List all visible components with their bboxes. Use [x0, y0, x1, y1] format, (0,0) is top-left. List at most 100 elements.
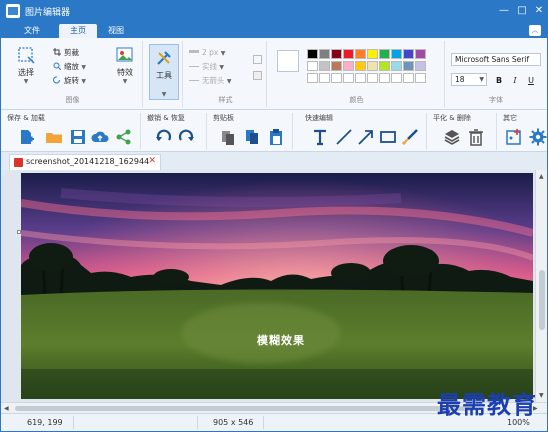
color-swatch[interactable]	[355, 61, 366, 71]
fill-icon[interactable]	[253, 71, 262, 80]
horizontal-scroll-thumb[interactable]	[15, 406, 475, 411]
underline-button[interactable]: U	[525, 75, 537, 87]
rectangle-tool-icon[interactable]	[379, 128, 397, 146]
resize-button[interactable]: 缩放 ▼	[53, 61, 86, 72]
color-swatch[interactable]	[307, 49, 318, 59]
new-file-icon[interactable]	[17, 128, 35, 146]
watermark-text: 最需教育	[437, 390, 537, 419]
color-swatch[interactable]	[415, 61, 426, 71]
font-name-select[interactable]: Microsoft Sans Serif	[451, 53, 541, 66]
font-size-select[interactable]: 18 ▼	[451, 73, 487, 86]
crop-button[interactable]: 剪裁	[53, 47, 79, 58]
clipboard-group: 剪贴板	[209, 113, 293, 150]
color-swatch[interactable]	[343, 49, 354, 59]
colors-group-label: 颜色	[349, 96, 364, 104]
select-button[interactable]: 选择 ▼	[11, 45, 41, 85]
window-title: 图片编辑器	[25, 8, 71, 18]
undo-icon[interactable]	[155, 128, 173, 146]
image-file-icon	[14, 158, 23, 167]
effects-button[interactable]: 特效 ▼	[111, 45, 139, 85]
status-divider	[73, 416, 74, 429]
line-style-select[interactable]: 实线 ▼	[189, 61, 224, 72]
color-swatch[interactable]	[343, 73, 354, 83]
open-folder-icon[interactable]	[45, 128, 63, 146]
text-tool-icon[interactable]	[311, 128, 329, 146]
vertical-scroll-thumb[interactable]	[539, 270, 545, 330]
color-swatch[interactable]	[355, 73, 366, 83]
color-swatch[interactable]	[307, 73, 318, 83]
maximize-button[interactable]: □	[515, 4, 529, 18]
color-swatch[interactable]	[391, 73, 402, 83]
rotate-icon	[53, 76, 60, 84]
redo-icon[interactable]	[177, 128, 195, 146]
tab-home[interactable]: 主页	[59, 24, 97, 38]
color-swatch[interactable]	[403, 73, 414, 83]
color-swatch[interactable]	[403, 49, 414, 59]
style-group: 2 px ▼ 实线 ▼ 无箭头 ▼ 样式	[185, 41, 267, 107]
color-swatch[interactable]	[403, 61, 414, 71]
colors-group: 颜色	[269, 41, 445, 107]
shadow-icon[interactable]	[253, 55, 262, 64]
copy-icon[interactable]	[243, 128, 261, 146]
color-swatch[interactable]	[319, 73, 330, 83]
color-swatch[interactable]	[379, 49, 390, 59]
vertical-scrollbar[interactable]: ▲ ▼	[535, 170, 547, 402]
bold-button[interactable]: B	[493, 75, 505, 87]
clipboard-label: 剪贴板	[213, 114, 234, 122]
tool-icon	[157, 51, 171, 65]
settings-gear-icon[interactable]	[529, 128, 547, 146]
italic-button[interactable]: I	[509, 75, 521, 87]
minimize-button[interactable]: —	[497, 4, 511, 18]
select-icon	[18, 47, 35, 64]
other-label: 其它	[503, 114, 517, 122]
cloud-upload-icon[interactable]	[91, 128, 109, 146]
color-swatch[interactable]	[331, 61, 342, 71]
color-swatch[interactable]	[307, 61, 318, 71]
save-icon[interactable]	[69, 128, 87, 146]
color-swatch[interactable]	[379, 61, 390, 71]
color-swatch[interactable]	[319, 49, 330, 59]
color-swatch[interactable]	[391, 49, 402, 59]
color-swatch[interactable]	[343, 61, 354, 71]
document-tab[interactable]: screenshot_20141218_162944 ✕	[9, 154, 161, 170]
color-swatch[interactable]	[415, 73, 426, 83]
landscape-photo[interactable]	[21, 173, 533, 399]
color-swatch[interactable]	[331, 73, 342, 83]
color-swatch[interactable]	[415, 49, 426, 59]
image-dimensions: 905 x 546	[213, 418, 254, 427]
share-icon[interactable]	[115, 128, 133, 146]
close-button[interactable]: ✕	[532, 4, 546, 18]
primary-color-swatch[interactable]	[277, 50, 299, 72]
color-swatch[interactable]	[379, 73, 390, 83]
arrow-style-select[interactable]: 无箭头 ▼	[189, 75, 232, 86]
color-swatch[interactable]	[367, 73, 378, 83]
document-tab-name: screenshot_20141218_162944	[26, 157, 150, 166]
undo-redo-group: 撤销 & 恢复	[143, 113, 207, 150]
font-group: Microsoft Sans Serif 18 ▼ B I U 字体	[447, 41, 545, 107]
color-swatch[interactable]	[331, 49, 342, 59]
color-swatch[interactable]	[355, 49, 366, 59]
line-size-select[interactable]: 2 px ▼	[189, 47, 225, 58]
delete-icon[interactable]	[467, 128, 485, 146]
flatten-delete-label: 平化 & 删除	[433, 114, 471, 122]
line-tool-icon[interactable]	[335, 128, 353, 146]
paste-icon[interactable]	[267, 128, 285, 146]
other-group: 其它	[499, 113, 547, 150]
tool-button[interactable]: 工具 ▼	[149, 44, 179, 100]
tab-view[interactable]: 视图	[97, 24, 135, 38]
collapse-ribbon-button[interactable]: ︿	[529, 25, 541, 36]
rotate-button[interactable]: 旋转 ▼	[53, 75, 86, 86]
arrow-tool-icon[interactable]	[357, 128, 375, 146]
cut-icon[interactable]	[219, 128, 237, 146]
color-swatch[interactable]	[391, 61, 402, 71]
color-swatch[interactable]	[319, 61, 330, 71]
flatten-icon[interactable]	[443, 128, 461, 146]
brush-tool-icon[interactable]	[401, 128, 419, 146]
color-swatch[interactable]	[367, 49, 378, 59]
tools-group: 工具 ▼	[145, 41, 183, 107]
color-swatch[interactable]	[367, 61, 378, 71]
status-divider	[197, 416, 198, 429]
insert-image-icon[interactable]	[505, 128, 523, 146]
tab-file[interactable]: 文件	[13, 24, 51, 38]
document-close-icon[interactable]: ✕	[148, 156, 156, 166]
